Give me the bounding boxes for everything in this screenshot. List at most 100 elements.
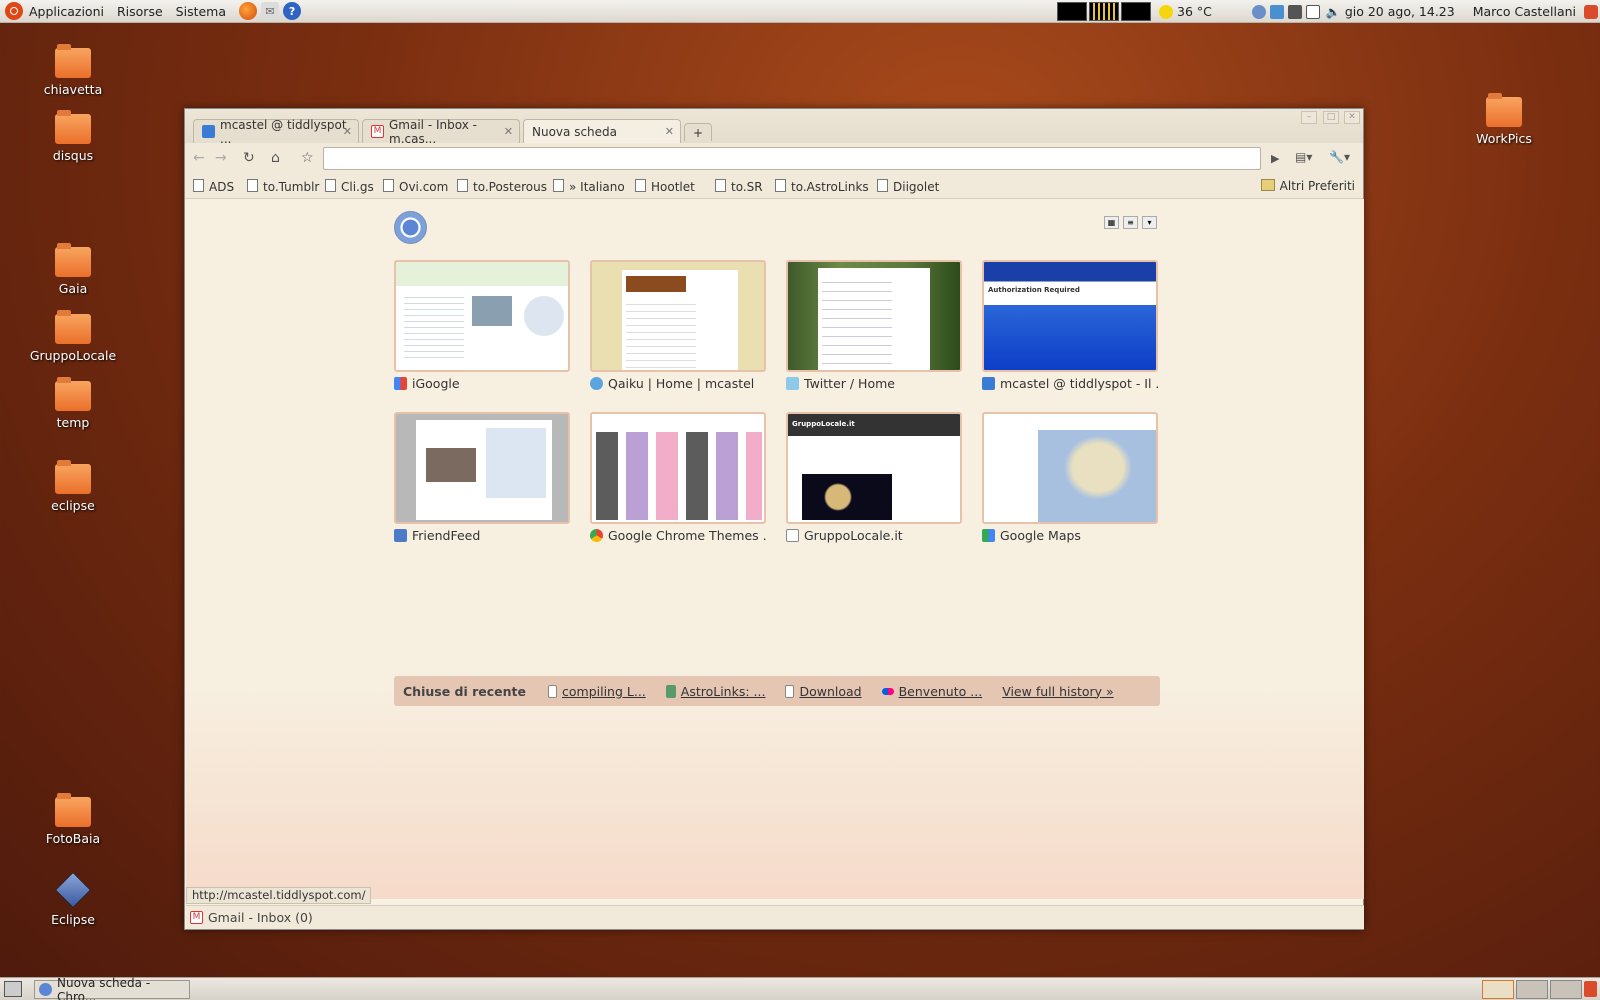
thumbnail-image [394,412,570,524]
bookmark-italiano[interactable]: » Italiano [553,179,625,194]
printer-icon[interactable] [1287,4,1302,19]
folder-icon [55,793,91,827]
star-bookmark-icon[interactable]: ☆ [301,150,314,166]
bookmarks-bar: ADS to.Tumblr Cli.gs Ovi.com to.Posterou… [185,174,1363,199]
taskbar-window-chrome[interactable]: Nuova scheda - Chro... [34,976,190,1000]
thumbnail-image [590,412,766,524]
thumbnail-gruppolocale[interactable]: GruppoLocale.it GruppoLocale.it [786,412,962,543]
view-full-history-link[interactable]: View full history » [1002,684,1114,699]
desktop-icon-disqus[interactable]: disqus [25,110,121,163]
network-gear-icon[interactable] [1269,4,1284,19]
igoogle-favicon-icon [394,377,407,390]
thumbnail-friendfeed[interactable]: FriendFeed [394,412,570,543]
forward-icon[interactable]: → [215,150,227,166]
bookmark-ads[interactable]: ADS [193,179,234,194]
bookmark-astrolinks[interactable]: to.AstroLinks [775,179,869,194]
maximize-icon[interactable]: □ [1323,111,1339,124]
page-favicon-icon [786,529,799,542]
workspace-3[interactable] [1550,980,1582,999]
desktop-icon-gruppolocale[interactable]: GruppoLocale [25,310,121,363]
thumbnail-chrome-themes[interactable]: Google Chrome Themes ... [590,412,766,543]
twitter-favicon-icon [786,377,799,390]
thumbnail-qaiku[interactable]: Qaiku | Home | mcastel [590,260,766,391]
bookmark-ovi[interactable]: Ovi.com [383,179,448,194]
wrench-menu-icon[interactable]: 🔧▾ [1329,150,1350,164]
chrome-favicon-icon [590,529,603,542]
desktop-icon-workpics[interactable]: WorkPics [1456,93,1552,146]
workspace-1[interactable] [1482,980,1514,999]
clock[interactable]: gio 20 ago, 14.23 [1345,4,1455,19]
desktop-icon-eclipse-launcher[interactable]: Eclipse [25,872,121,927]
thumbnail-google-maps[interactable]: Google Maps [982,412,1158,543]
power-icon[interactable] [1584,4,1598,19]
folder-icon [55,460,91,494]
flickr-favicon-icon [881,687,894,695]
new-tab-button[interactable]: + [684,123,712,141]
bookmark-cligs[interactable]: Cli.gs [325,179,374,194]
back-icon[interactable]: ← [193,150,205,166]
recent-item-astrolinks[interactable]: AstroLinks: ... [665,684,765,699]
desktop-icon-chiavetta[interactable]: chiavetta [25,44,121,97]
trash-icon[interactable] [1584,981,1597,997]
chrome-window: mcastel @ tiddlyspot ... ✕ M Gmail - Inbo… [184,108,1364,930]
page-favicon-icon [548,684,557,698]
desktop-icon-temp[interactable]: temp [25,377,121,430]
system-monitor-cpu [1057,2,1087,21]
bookmark-tumblr[interactable]: to.Tumblr [247,179,319,194]
mail-icon[interactable] [1305,4,1320,19]
user-name[interactable]: Marco Castellani [1473,4,1576,19]
status-bubble: http://mcastel.tiddlyspot.com/ [186,887,372,904]
temperature[interactable]: 36 °C [1177,4,1212,19]
thumbnail-image: GruppoLocale.it [786,412,962,524]
thumbnail-view-icon[interactable]: ▦ [1104,216,1119,229]
toolbar: ← → ↻ ⌂ ☆ ▶ ▤▾ 🔧▾ [185,143,1363,174]
close-tab-icon[interactable]: ✕ [343,125,352,138]
minimize-icon[interactable]: – [1301,111,1317,124]
close-tab-icon[interactable]: ✕ [665,125,674,138]
bookmark-hootlet[interactable]: Hootlet [635,179,695,194]
menu-risorse[interactable]: Risorse [117,4,163,19]
system-monitor-mem [1089,2,1119,21]
options-dropdown-icon[interactable]: ▾ [1142,216,1157,229]
desktop-icon-fotobaia[interactable]: FotoBaia [25,793,121,846]
ubuntu-logo-icon[interactable] [5,2,23,20]
page-menu-icon[interactable]: ▤▾ [1295,150,1312,164]
reload-icon[interactable]: ↻ [243,150,255,166]
omnibox-input[interactable] [323,147,1261,170]
recent-item-download[interactable]: Download [785,684,862,699]
chrome-tray-icon[interactable] [1251,4,1266,19]
list-view-icon[interactable]: ≡ [1123,216,1138,229]
volume-icon[interactable]: 🔈 [1326,5,1341,19]
thumbnail-image [394,260,570,372]
firefox-icon[interactable] [239,2,258,20]
desktop-icon-gaia[interactable]: Gaia [25,243,121,296]
bookmark-diigolet[interactable]: Diigolet [877,179,939,194]
thumbnail-tiddlyspot[interactable]: Authorization Required mcastel @ tiddlys… [982,260,1158,391]
thumbnail-twitter[interactable]: Twitter / Home [786,260,962,391]
workspace-2[interactable] [1516,980,1548,999]
bookmark-posterous[interactable]: to.Posterous [457,179,547,194]
tab-nuova-scheda[interactable]: Nuova scheda ✕ [523,119,681,143]
bookmark-sr[interactable]: to.SR [715,179,763,194]
sun-weather-icon[interactable] [1159,4,1173,19]
thumbnail-image [590,260,766,372]
download-item-gmail[interactable]: M Gmail - Inbox (0) [190,910,313,925]
menu-sistema[interactable]: Sistema [176,4,226,19]
menu-applicazioni[interactable]: Applicazioni [29,4,104,19]
tab-tiddlyspot[interactable]: mcastel @ tiddlyspot ... ✕ [193,118,359,146]
folder-icon [55,243,91,277]
desktop-icon-eclipse-folder[interactable]: eclipse [25,460,121,513]
mail-launcher-icon[interactable]: ✉ [261,2,280,20]
tab-gmail[interactable]: M Gmail - Inbox - m.cas... ✕ [362,118,520,146]
thumbnail-igoogle[interactable]: iGoogle [394,260,570,391]
folder-icon [1486,93,1522,127]
recent-item-benvenuto[interactable]: Benvenuto ... [881,684,982,699]
help-icon[interactable]: ? [283,2,302,20]
go-icon[interactable]: ▶ [1271,152,1279,165]
recent-item-compiling[interactable]: compiling L... [548,684,646,699]
other-bookmarks-folder[interactable]: Altri Preferiti [1261,179,1355,193]
close-tab-icon[interactable]: ✕ [504,125,513,138]
close-window-icon[interactable]: ✕ [1344,111,1360,124]
show-desktop-icon[interactable] [4,981,22,997]
home-icon[interactable]: ⌂ [271,150,280,166]
